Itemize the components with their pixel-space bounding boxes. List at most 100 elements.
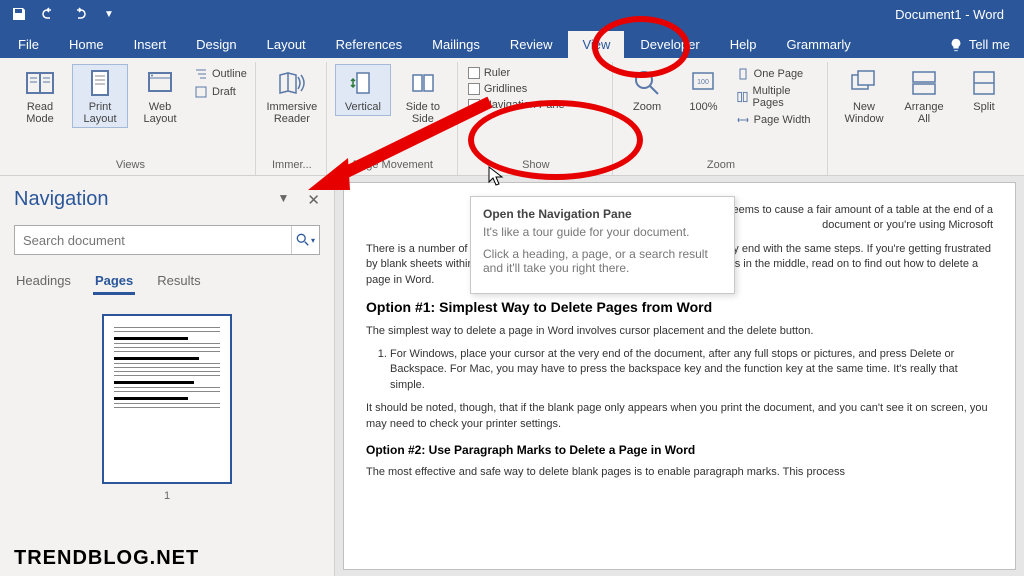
arrange-all-label: Arrange All [899,101,949,125]
side-to-side-icon [407,67,439,99]
print-layout-label: Print Layout [75,101,125,125]
zoom-label: Zoom [633,101,661,113]
new-window-label: New Window [839,101,889,125]
read-mode-button[interactable]: Read Mode [12,64,68,128]
zoom-button[interactable]: Zoom [621,64,673,116]
read-mode-icon [24,67,56,99]
doc-paragraph: The most effective and safe way to delet… [366,465,993,480]
tab-developer[interactable]: Developer [626,31,713,58]
group-views-label: Views [116,157,145,173]
undo-icon[interactable] [38,3,60,25]
qat-dropdown-icon[interactable]: ▼ [98,3,120,25]
nav-tab-results[interactable]: Results [155,269,202,295]
group-immersive: Immersive Reader Immer... [258,62,327,175]
vertical-label: Vertical [345,101,381,113]
multiple-pages-icon [736,90,749,104]
chevron-down-icon: ▾ [311,236,315,245]
arrange-all-button[interactable]: Arrange All [896,64,952,128]
tell-me-search[interactable]: Tell me [935,31,1024,58]
ribbon: Read Mode Print Layout Web Layout Outlin… [0,58,1024,176]
zoom-100-button[interactable]: 100 100% [677,64,729,116]
web-layout-label: Web Layout [135,101,185,125]
web-layout-icon [144,67,176,99]
doc-paragraph: The simplest way to delete a page in Wor… [366,324,993,339]
draft-button[interactable]: Draft [192,84,249,100]
nav-pane-close-icon[interactable]: ✕ [307,191,320,209]
search-box: ▾ [14,225,320,255]
navigation-pane-checkbox[interactable]: ✓Navigation Pane [466,98,606,112]
new-window-button[interactable]: New Window [836,64,892,128]
gridlines-checkbox[interactable]: Gridlines [466,82,606,96]
search-button[interactable]: ▾ [291,226,319,254]
read-mode-label: Read Mode [15,101,65,125]
outline-icon [194,67,208,81]
redo-icon[interactable] [68,3,90,25]
tab-grammarly[interactable]: Grammarly [772,31,864,58]
page-width-button[interactable]: Page Width [734,112,821,128]
group-page-movement: Vertical Side to Side Page Movement [329,62,458,175]
outline-button[interactable]: Outline [192,66,249,82]
ribbon-tabs: File Home Insert Design Layout Reference… [0,28,1024,58]
group-window-label [922,157,925,173]
group-immersive-label: Immer... [272,157,312,173]
print-layout-button[interactable]: Print Layout [72,64,128,128]
tab-references[interactable]: References [322,31,416,58]
title-bar: ▼ Document1 - Word [0,0,1024,28]
tooltip-body: It's like a tour guide for your document… [483,225,722,239]
search-input[interactable] [15,233,291,248]
tab-design[interactable]: Design [182,31,250,58]
nav-tab-headings[interactable]: Headings [14,269,73,295]
doc-heading: Option #2: Use Paragraph Marks to Delete… [366,442,993,459]
one-page-icon [736,67,750,81]
vertical-icon [347,67,379,99]
new-window-icon [848,67,880,99]
checkbox-checked-icon: ✓ [468,99,480,111]
zoom-100-label: 100% [689,101,717,113]
print-layout-icon [84,67,116,99]
cursor-icon [488,166,506,188]
save-icon[interactable] [8,3,30,25]
group-zoom: Zoom 100 100% One Page Multiple Pages Pa… [615,62,828,175]
group-show: Ruler Gridlines ✓Navigation Pane Show [460,62,613,175]
tab-help[interactable]: Help [716,31,771,58]
page-width-icon [736,113,750,127]
tab-review[interactable]: Review [496,31,567,58]
side-to-side-button[interactable]: Side to Side [395,64,451,128]
split-icon [968,67,1000,99]
zoom-icon [631,67,663,99]
vertical-button[interactable]: Vertical [335,64,391,116]
tooltip-title: Open the Navigation Pane [483,207,722,221]
nav-pane-dropdown-icon[interactable]: ▼ [278,191,290,209]
immersive-reader-button[interactable]: Immersive Reader [264,64,320,128]
checkbox-icon [468,83,480,95]
tab-view[interactable]: View [568,31,624,58]
side-to-side-label: Side to Side [398,101,448,125]
page-thumbnail[interactable] [102,314,232,484]
group-window: New Window Arrange All Split [830,62,1018,175]
nav-tab-pages[interactable]: Pages [93,269,135,295]
tab-mailings[interactable]: Mailings [418,31,494,58]
checkbox-icon [468,67,480,79]
group-show-label: Show [522,157,550,173]
nav-pane-tabs: Headings Pages Results [14,269,320,296]
tab-file[interactable]: File [4,31,53,58]
tab-layout[interactable]: Layout [253,31,320,58]
thumbnail-number: 1 [164,490,170,502]
navigation-pane: Navigation ▼ ✕ ▾ Headings Pages Results [0,176,335,576]
tooltip-navigation-pane: Open the Navigation Pane It's like a tou… [470,196,735,294]
watermark: TRENDBLOG.NET [14,547,199,570]
thumbnail-area: 1 [14,308,320,502]
multiple-pages-button[interactable]: Multiple Pages [734,84,821,110]
tab-insert[interactable]: Insert [120,31,181,58]
draft-icon [194,85,208,99]
tab-home[interactable]: Home [55,31,118,58]
split-button[interactable]: Split [956,64,1012,116]
doc-heading: Option #1: Simplest Way to Delete Pages … [366,298,993,318]
group-zoom-label: Zoom [707,157,735,173]
ruler-checkbox[interactable]: Ruler [466,66,606,80]
one-page-button[interactable]: One Page [734,66,821,82]
web-layout-button[interactable]: Web Layout [132,64,188,128]
doc-list-item: For Windows, place your cursor at the ve… [390,347,993,393]
svg-text:100: 100 [698,79,710,86]
immersive-reader-label: Immersive Reader [267,101,318,125]
